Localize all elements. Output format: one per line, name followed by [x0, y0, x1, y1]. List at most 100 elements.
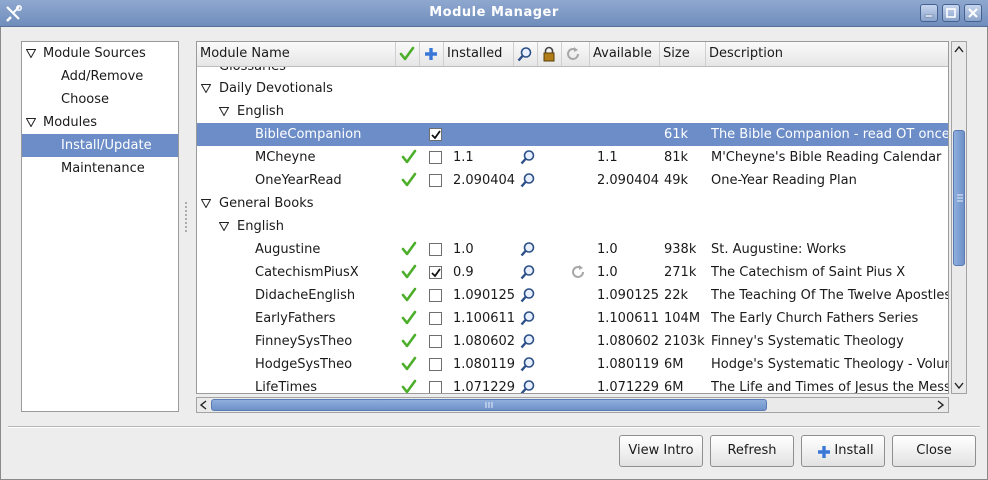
horizontal-scroll-thumb[interactable]	[211, 399, 767, 411]
group-row-daily-devotionals[interactable]: Daily Devotionals	[197, 77, 948, 100]
module-size: 61k	[664, 127, 689, 142]
table-header: Module Name Installed Available Size Des…	[197, 42, 948, 67]
column-header-locked[interactable]	[538, 42, 562, 66]
table-row[interactable]: MCheyne 1.1 1.1 81k M'Cheyne's Bible Reading…	[197, 146, 948, 169]
update-available-icon	[570, 261, 586, 284]
search-module-icon[interactable]	[520, 353, 536, 376]
column-header-installed-status[interactable]	[396, 42, 420, 66]
expanded-arrow-icon[interactable]	[219, 107, 229, 116]
table-row[interactable]: HodgeSysTheo 1.080119 1.080119 6M Hodge's Sy…	[197, 353, 949, 376]
search-module-icon[interactable]	[520, 238, 536, 261]
pane-splitter-handle[interactable]	[185, 200, 188, 250]
module-size: 6M	[664, 357, 684, 372]
maximize-button[interactable]	[942, 4, 960, 22]
column-header-update[interactable]	[562, 42, 590, 66]
table-row[interactable]: Augustine 1.0 1.0 938k St. Augustine: Works	[197, 238, 948, 261]
horizontal-scrollbar[interactable]	[196, 397, 949, 413]
installed-version: 1.071229	[453, 380, 516, 393]
navigation-tree[interactable]: Module Sources Add/Remove Choose Modules…	[21, 41, 179, 412]
module-name: FinneySysTheo	[255, 334, 353, 349]
group-row-english[interactable]: English	[197, 100, 948, 123]
module-description: The Catechism of Saint Pius X	[711, 265, 906, 280]
tree-item-add-remove[interactable]: Add/Remove	[22, 65, 178, 88]
installed-version: 1.080602	[453, 334, 516, 349]
table-row[interactable]: OneYearRead 2.090404 2.090404 49k One-Year R…	[197, 169, 948, 192]
column-header-installed[interactable]: Installed	[444, 42, 514, 66]
installed-checkmark-icon	[401, 146, 417, 169]
expanded-arrow-icon[interactable]	[219, 222, 229, 231]
install-checkbox[interactable]	[429, 128, 442, 141]
table-row[interactable]: LifeTimes 1.071229 1.071229 6M The Life and …	[197, 376, 948, 393]
expanded-arrow-icon[interactable]	[201, 199, 211, 208]
tree-item-module-sources[interactable]: Module Sources	[22, 42, 178, 65]
available-version: 1.1	[597, 150, 618, 165]
tree-item-label: Choose	[61, 92, 109, 107]
module-description: One-Year Reading Plan	[711, 173, 857, 188]
module-size: 104M	[664, 311, 701, 326]
tree-item-modules[interactable]: Modules	[22, 111, 178, 134]
module-table[interactable]: Module Name Installed Available Size Des…	[196, 41, 949, 394]
table-row[interactable]: BibleCompanion 61k The Bible Companion - r…	[197, 123, 948, 146]
install-checkbox[interactable]	[429, 266, 442, 279]
install-checkbox[interactable]	[429, 243, 442, 256]
install-button[interactable]: Install	[801, 435, 885, 467]
install-checkbox[interactable]	[429, 358, 442, 371]
search-module-icon[interactable]	[520, 330, 536, 353]
group-label: English	[237, 219, 284, 234]
install-checkbox[interactable]	[429, 381, 442, 393]
expanded-arrow-icon[interactable]	[26, 49, 36, 58]
vertical-scroll-thumb[interactable]	[953, 130, 965, 266]
module-description: M'Cheyne's Bible Reading Calendar	[711, 150, 942, 165]
install-checkbox[interactable]	[429, 151, 442, 164]
tree-item-choose[interactable]: Choose	[22, 88, 178, 111]
search-module-icon[interactable]	[520, 376, 536, 393]
install-checkbox[interactable]	[429, 289, 442, 302]
refresh-button[interactable]: Refresh	[710, 435, 794, 467]
tree-item-install-update[interactable]: Install/Update	[22, 134, 178, 157]
search-module-icon[interactable]	[520, 284, 536, 307]
column-header-description[interactable]: Description	[706, 42, 948, 66]
table-row[interactable]: CatechismPiusX 0.9 1.0 271k The Catechism of…	[197, 261, 948, 284]
column-header-search[interactable]	[514, 42, 538, 66]
tree-item-maintenance[interactable]: Maintenance	[22, 157, 178, 180]
installed-version: 1.1	[453, 150, 474, 165]
module-description: The Early Church Fathers Series	[711, 311, 919, 326]
installed-checkmark-icon	[401, 330, 417, 353]
table-row[interactable]: DidacheEnglish 1.090125 1.090125 22k The Tea…	[197, 284, 948, 307]
available-version: 1.0	[597, 242, 618, 257]
scroll-right-arrow-icon[interactable]	[934, 399, 946, 411]
expanded-arrow-icon[interactable]	[26, 118, 36, 127]
group-label: Daily Devotionals	[219, 81, 333, 96]
search-module-icon[interactable]	[520, 261, 536, 284]
installed-version: 0.9	[453, 265, 474, 280]
column-header-install-toggle[interactable]	[420, 42, 444, 66]
search-module-icon[interactable]	[520, 146, 536, 169]
search-module-icon[interactable]	[520, 307, 536, 330]
table-row[interactable]: FinneySysTheo 1.080602 1.080602 2103k Finney…	[197, 330, 948, 353]
install-checkbox[interactable]	[429, 335, 442, 348]
module-description: Hodge's Systematic Theology - Volum	[711, 357, 949, 372]
table-row[interactable]: EarlyFathers 1.100611 1.100611 104M The Earl…	[197, 307, 948, 330]
minimize-button[interactable]	[920, 4, 938, 22]
view-intro-button[interactable]: View Intro	[619, 435, 703, 467]
available-version: 1.100611	[597, 311, 660, 326]
scroll-left-arrow-icon[interactable]	[198, 399, 210, 411]
expanded-arrow-icon[interactable]	[201, 84, 211, 93]
column-header-size[interactable]: Size	[660, 42, 706, 66]
column-header-available[interactable]: Available	[590, 42, 660, 66]
search-module-icon[interactable]	[520, 169, 536, 192]
tree-item-label: Install/Update	[61, 138, 152, 153]
group-row-english[interactable]: English	[197, 215, 948, 238]
scroll-down-arrow-icon[interactable]	[953, 379, 965, 391]
group-row-general-books[interactable]: General Books	[197, 192, 948, 215]
close-window-button[interactable]	[964, 4, 982, 22]
column-header-module-name[interactable]: Module Name	[197, 42, 396, 66]
available-version: 1.080119	[597, 357, 660, 372]
scroll-up-arrow-icon[interactable]	[953, 44, 965, 56]
install-checkbox[interactable]	[429, 174, 442, 187]
refresh-icon	[567, 47, 579, 60]
checkmark-icon	[399, 46, 415, 61]
close-button[interactable]: Close	[892, 435, 976, 467]
vertical-scrollbar[interactable]	[951, 41, 967, 394]
install-checkbox[interactable]	[429, 312, 442, 325]
